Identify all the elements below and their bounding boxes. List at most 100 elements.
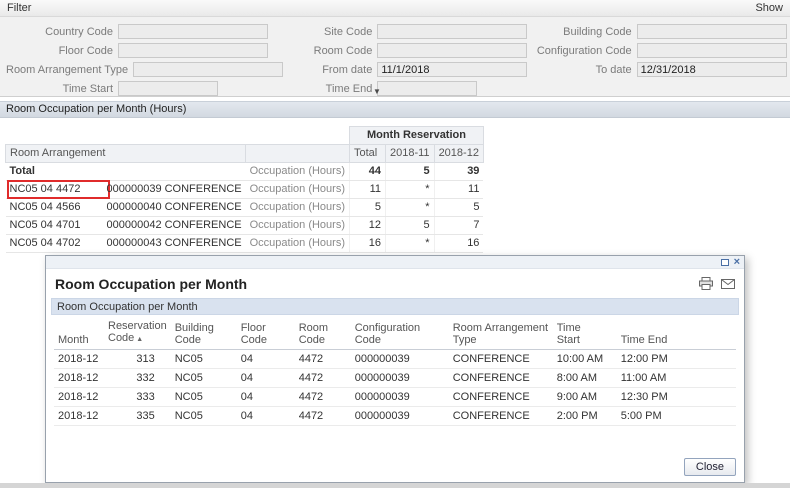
show-button[interactable]: Show xyxy=(755,2,783,14)
cell-building-code: NC05 xyxy=(170,387,237,407)
sort-ascending-icon: ▲ xyxy=(136,336,144,343)
window-close-icon[interactable]: × xyxy=(734,257,740,268)
cell-floor-code: 04 xyxy=(236,387,295,407)
from-date-label: From date xyxy=(322,63,373,76)
field-time-end: Time End xyxy=(265,81,524,96)
dialog-table-row: 2018-12 332 NC05 04 4472 000000039 CONFE… xyxy=(54,368,736,388)
pivot-table-wrap: Month Reservation Room Arrangement Total… xyxy=(4,126,484,253)
cell-reservation-code: 332 xyxy=(104,368,171,388)
room-arrangement-code: NC05 04 4472 xyxy=(6,180,110,199)
to-date-label: To date xyxy=(595,63,632,76)
email-icon[interactable] xyxy=(721,278,735,289)
cell-room-arrangement[interactable]: NC05 04 4566 000000040 CONFERENCE xyxy=(5,198,246,217)
month-header[interactable]: Month xyxy=(54,318,104,350)
time-start-label: Time Start xyxy=(62,82,113,95)
pivot-row[interactable]: Total Occupation (Hours) 44 5 39 xyxy=(5,162,484,181)
cell-month: 2018-12 xyxy=(54,406,104,426)
measure-column-header xyxy=(245,144,350,163)
close-button[interactable]: Close xyxy=(683,458,736,476)
cell-floor-code: 04 xyxy=(236,349,295,369)
country-code-label: Country Code xyxy=(45,25,113,38)
site-code-input[interactable] xyxy=(377,24,528,39)
cell-total[interactable]: 44 xyxy=(349,162,386,181)
cell-total[interactable]: 11 xyxy=(349,180,386,199)
cell-reservation-code: 333 xyxy=(104,387,171,407)
cell-2018-11[interactable]: * xyxy=(385,180,435,199)
cell-room-arrangement-type: CONFERENCE xyxy=(448,349,553,369)
site-code-label: Site Code xyxy=(324,25,373,38)
building-code-header[interactable]: Building Code xyxy=(170,318,237,350)
filter-header: Filter Show xyxy=(0,0,790,17)
time-start-input[interactable] xyxy=(118,81,218,96)
pivot-table: Month Reservation Room Arrangement Total… xyxy=(4,126,484,253)
country-code-input[interactable] xyxy=(118,24,268,39)
room-code-input[interactable] xyxy=(377,43,528,58)
filter-title: Filter xyxy=(7,2,32,14)
building-code-input[interactable] xyxy=(636,24,787,39)
cell-room-arrangement-type: CONFERENCE xyxy=(448,387,553,407)
pivot-row[interactable]: NC05 04 4702 000000043 CONFERENCE Occupat… xyxy=(5,234,484,253)
dialog-table-row: 2018-12 313 NC05 04 4472 000000039 CONFE… xyxy=(54,349,736,369)
cell-2018-12[interactable]: 7 xyxy=(433,216,484,235)
cell-month: 2018-12 xyxy=(54,368,104,388)
time-start-header[interactable]: Time Start xyxy=(552,318,617,350)
cell-2018-11[interactable]: * xyxy=(385,198,435,217)
cell-floor-code: 04 xyxy=(236,368,295,388)
cell-2018-12[interactable]: 5 xyxy=(433,198,484,217)
cell-total[interactable]: 5 xyxy=(349,198,386,217)
chevron-down-icon[interactable]: ▼ xyxy=(373,88,381,96)
reservation-code-header[interactable]: Reservation Code ▲ xyxy=(104,318,171,350)
cell-building-code: NC05 xyxy=(170,406,237,426)
time-end-header[interactable]: Time End xyxy=(616,318,736,350)
cell-time-start: 2:00 PM xyxy=(552,406,617,426)
cell-time-end: 12:00 PM xyxy=(616,349,736,369)
field-building-code: Building Code xyxy=(525,24,787,39)
print-icon[interactable] xyxy=(699,277,713,290)
cell-configuration-code: 000000039 xyxy=(350,349,449,369)
cell-2018-12[interactable]: 11 xyxy=(433,180,484,199)
time-end-input[interactable] xyxy=(377,81,478,96)
cell-total[interactable]: 16 xyxy=(349,234,386,253)
room-arrangement-column-header: Room Arrangement xyxy=(4,144,247,163)
pivot-row[interactable]: NC05 04 4566 000000040 CONFERENCE Occupat… xyxy=(5,198,484,217)
month-2018-12-column-header: 2018-12 xyxy=(433,144,484,163)
pivot-row[interactable]: NC05 04 4701 000000042 CONFERENCE Occupat… xyxy=(5,216,484,235)
floor-code-label: Floor Code xyxy=(58,44,113,57)
room-arrangement-type-input[interactable] xyxy=(133,62,284,77)
maximize-icon[interactable] xyxy=(720,258,729,266)
dialog-table-row: 2018-12 335 NC05 04 4472 000000039 CONFE… xyxy=(54,406,736,426)
cell-room-arrangement[interactable]: NC05 04 4702 000000043 CONFERENCE xyxy=(5,234,246,253)
month-reservation-group-header: Month Reservation xyxy=(349,126,484,145)
floor-code-input[interactable] xyxy=(118,43,268,58)
room-arrangement-type-header[interactable]: Room Arrangement Type xyxy=(448,318,553,350)
configuration-code-input[interactable] xyxy=(636,43,787,58)
cell-time-end: 5:00 PM xyxy=(616,406,736,426)
cell-reservation-code: 313 xyxy=(104,349,171,369)
cell-measure: Occupation (Hours) xyxy=(245,216,350,235)
cell-room-arrangement[interactable]: Total xyxy=(5,162,246,181)
field-floor-code: Floor Code xyxy=(6,43,268,58)
configuration-code-header[interactable]: Configuration Code xyxy=(350,318,449,350)
cell-room-code: 4472 xyxy=(294,406,351,426)
month-2018-11-column-header: 2018-11 xyxy=(385,144,435,163)
to-date-input[interactable] xyxy=(636,62,787,77)
cell-configuration-code: 000000039 xyxy=(350,387,449,407)
cell-building-code: NC05 xyxy=(170,368,237,388)
cell-2018-11[interactable]: * xyxy=(385,234,435,253)
cell-building-code: NC05 xyxy=(170,349,237,369)
pivot-row[interactable]: NC05 04 4472 000000039 CONFERENCE Occupat… xyxy=(5,180,484,199)
room-code-header[interactable]: Room Code xyxy=(294,318,351,350)
cell-room-arrangement[interactable]: NC05 04 4701 000000042 CONFERENCE xyxy=(5,216,246,235)
room-occupation-dialog: × Room Occupation per Month Room Occupat… xyxy=(45,255,745,483)
cell-2018-11[interactable]: 5 xyxy=(385,216,435,235)
dialog-title-row: Room Occupation per Month xyxy=(46,269,744,298)
room-arrangement-suffix: 000000039 CONFERENCE xyxy=(106,183,242,195)
from-date-input[interactable] xyxy=(377,62,528,77)
cell-2018-12[interactable]: 39 xyxy=(433,162,484,181)
cell-month: 2018-12 xyxy=(54,387,104,407)
cell-2018-12[interactable]: 16 xyxy=(433,234,484,253)
cell-2018-11[interactable]: 5 xyxy=(385,162,435,181)
floor-code-header[interactable]: Floor Code xyxy=(236,318,295,350)
cell-room-arrangement[interactable]: NC05 04 4472 000000039 CONFERENCE xyxy=(5,180,246,199)
cell-total[interactable]: 12 xyxy=(349,216,386,235)
